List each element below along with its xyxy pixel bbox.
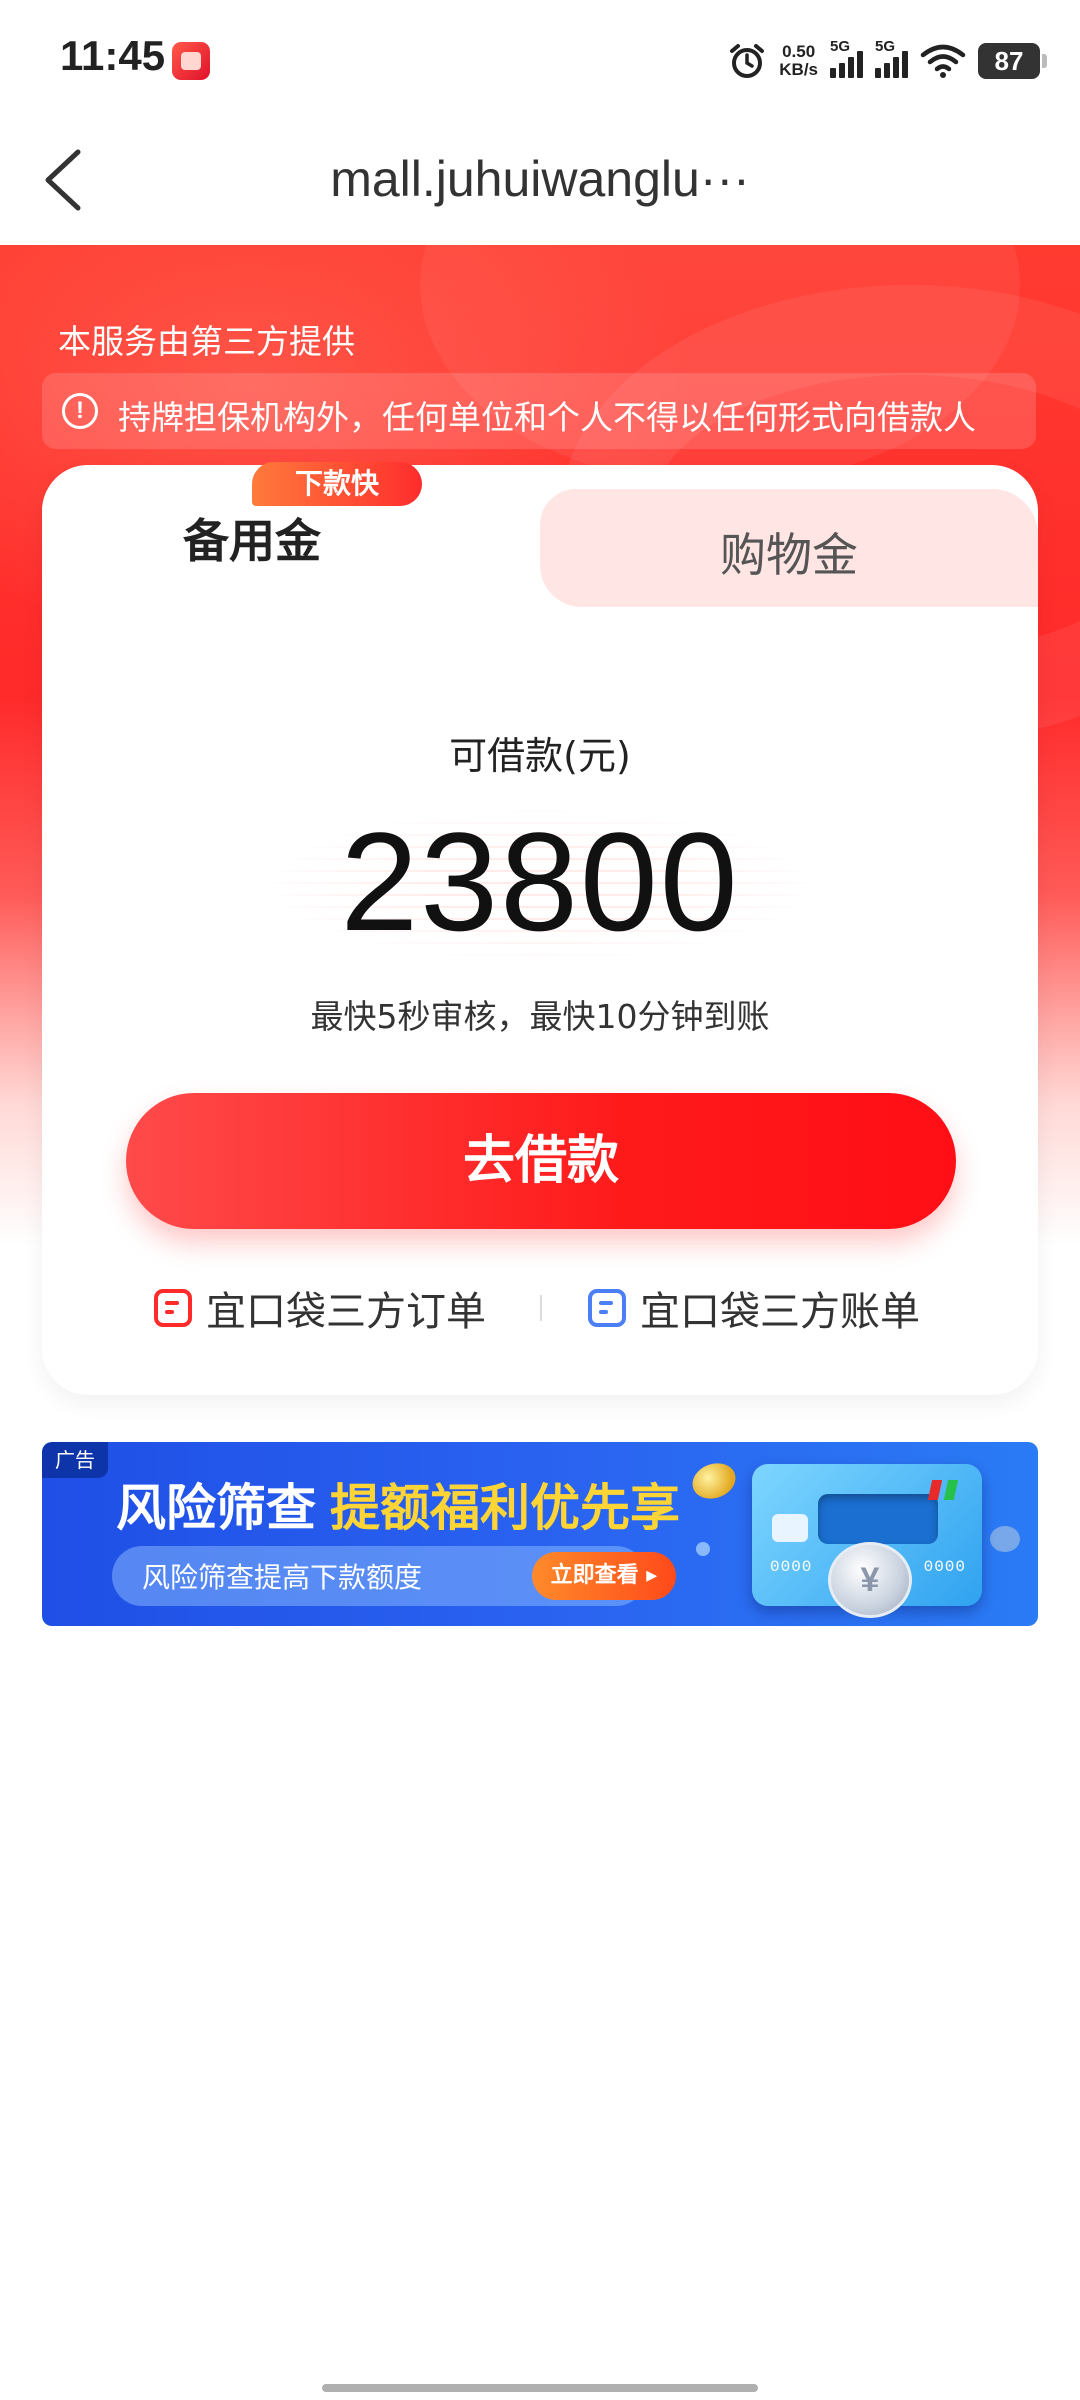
borrow-button[interactable]: 去借款 [126,1093,956,1229]
tab-shopping-label: 购物金 [720,528,858,582]
provider-text: 本服务由第三方提供 [58,322,355,361]
signal-sim2-icon: 5G [875,38,908,78]
home-indicator[interactable] [322,2384,758,2392]
silver-coin-icon: ¥ [828,1542,912,1618]
amount-label: 可借款(元) [449,734,631,778]
card-digits-right: 0000 [923,1558,966,1576]
decor-dot [696,1542,710,1556]
sim1-label: 5G [830,38,851,55]
ad-subtitle-pill: 风险筛查提高下款额度 立即查看 ▸ [112,1546,676,1606]
ad-subtitle: 风险筛查提高下款额度 [142,1561,423,1594]
fast-payout-badge: 下款快 [252,462,422,506]
gold-coin-icon [687,1457,741,1505]
nav-bar: mall.juhuiwanglu··· [0,120,1080,245]
loan-amount: 23800 [340,803,740,960]
wifi-icon [920,44,966,78]
ad-view-now-button[interactable]: 立即查看 ▸ [532,1552,676,1600]
ad-tag: 广告 [42,1442,108,1478]
network-speed-unit: KB/s [779,60,818,79]
divider [540,1295,542,1321]
warning-icon: ! [62,393,98,429]
ad-headline: 风险筛查 提额福利优先享 [116,1468,680,1540]
sim2-label: 5G [875,38,896,55]
decor-dot [990,1526,1020,1552]
network-speed-value: 0.50 [782,42,816,61]
loan-card: 购物金 备用金 可借款(元) 23800 最快5秒审核，最快10分钟到账 去借款… [42,465,1038,1395]
network-speed: 0.50 KB/s [779,43,818,79]
battery-icon: 87 [978,43,1047,79]
app-notification-icon [172,42,210,80]
notice-text: 持牌担保机构外，任何单位和个人不得以任何形式向借款人 [118,398,976,437]
page-title: mall.juhuiwanglu··· [330,151,750,207]
third-party-orders-label: 宜口袋三方订单 [206,1289,486,1335]
third-party-bills-link[interactable]: 宜口袋三方账单 [588,1273,920,1343]
order-doc-icon [154,1289,192,1327]
tab-shopping[interactable]: 购物金 [540,489,1038,607]
status-bar: 11:45 0.50 KB/s 5G 5G 87 [0,0,1080,120]
order-links: 宜口袋三方订单 宜口袋三方账单 [42,1273,1038,1343]
ad-banner[interactable]: 广告 风险筛查 提额福利优先享 风险筛查提高下款额度 立即查看 ▸ 0000 00… [42,1442,1038,1626]
tab-reserve-label: 备用金 [183,514,321,568]
ad-headline-white: 风险筛查 [116,1479,316,1537]
chevron-left-icon [45,149,81,211]
notice-marquee[interactable]: ! 持牌担保机构外，任何单位和个人不得以任何形式向借款人 [42,373,1036,449]
status-time: 11:45 [60,32,166,79]
approval-speed-text: 最快5秒审核，最快10分钟到账 [310,997,770,1036]
bill-doc-icon [588,1289,626,1327]
signal-sim1-icon: 5G [830,38,863,78]
third-party-bills-label: 宜口袋三方账单 [640,1289,920,1335]
ad-headline-yellow: 提额福利优先享 [330,1479,680,1537]
card-digits-left: 0000 [770,1558,813,1576]
third-party-orders-link[interactable]: 宜口袋三方订单 [154,1273,486,1343]
card-chip-icon [772,1514,808,1542]
back-button[interactable] [34,140,104,220]
status-icons: 0.50 KB/s 5G 5G 87 [727,36,1047,86]
alarm-icon [730,44,765,78]
